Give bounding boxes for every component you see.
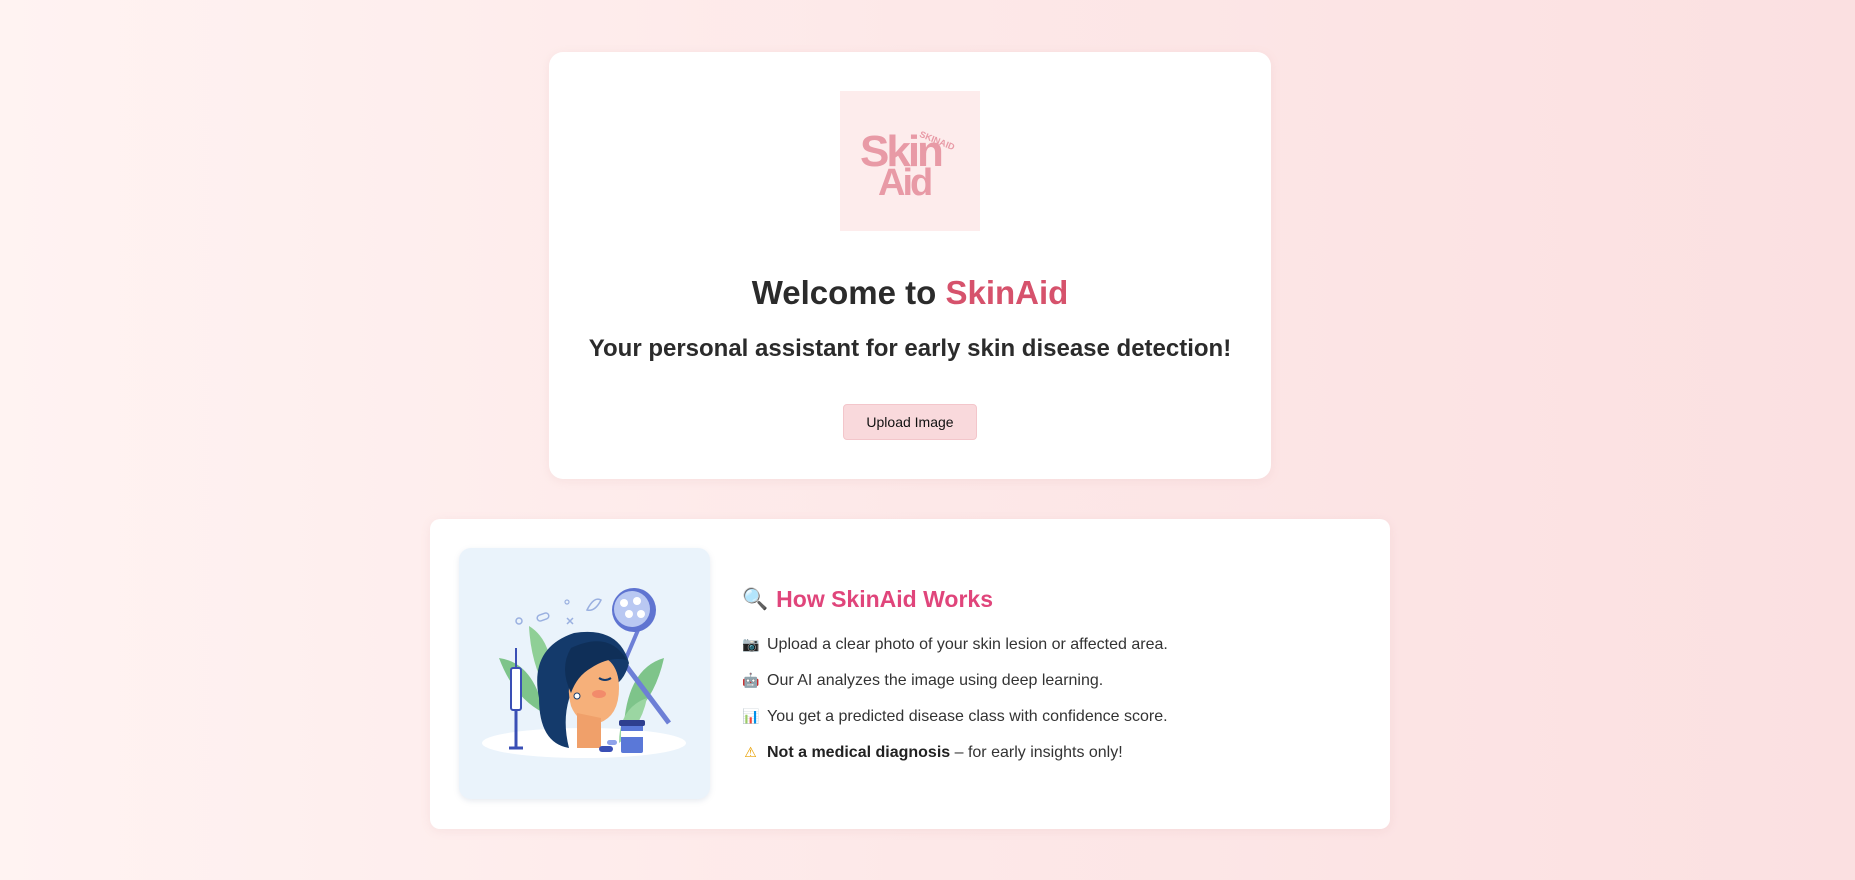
skincare-illustration — [459, 548, 710, 799]
how-it-works-card: 🔍 How SkinAid Works 📷 Upload a clear pho… — [430, 519, 1390, 829]
steps-list: 📷 Upload a clear photo of your skin lesi… — [742, 635, 1168, 779]
step-text: Our AI analyzes the image using deep lea… — [767, 672, 1104, 689]
skinaid-logo: Skin Aid SKINAID — [840, 91, 980, 231]
disclaimer-bold: Not a medical diagnosis — [767, 744, 951, 761]
list-item: ⚠ Not a medical diagnosis – for early in… — [742, 743, 1168, 779]
svg-text:Aid: Aid — [878, 162, 931, 204]
warning-icon: ⚠ — [744, 745, 757, 761]
robot-icon: 🤖 — [742, 673, 760, 689]
step-text: Not a medical diagnosis – for early insi… — [767, 743, 1123, 763]
welcome-card: Skin Aid SKINAID Welcome to SkinAid Your… — [549, 52, 1271, 479]
camera-icon: 📷 — [742, 637, 760, 653]
upload-image-button[interactable]: Upload Image — [843, 404, 977, 440]
disclaimer-rest: – for early insights only! — [950, 744, 1123, 761]
list-item: 🤖 Our AI analyzes the image using deep l… — [742, 671, 1168, 707]
how-it-works-title-text: How SkinAid Works — [776, 586, 993, 612]
list-item: 📊 You get a predicted disease class with… — [742, 707, 1168, 743]
magnifier-icon: 🔍 — [742, 587, 769, 611]
how-it-works-title: 🔍 How SkinAid Works — [742, 586, 993, 613]
bar-chart-icon: 📊 — [742, 709, 760, 725]
page-subtitle: Your personal assistant for early skin d… — [588, 335, 1232, 362]
page-title: Welcome to SkinAid — [549, 274, 1271, 312]
step-text: Upload a clear photo of your skin lesion… — [767, 636, 1168, 653]
step-text: You get a predicted disease class with c… — [767, 708, 1168, 725]
list-item: 📷 Upload a clear photo of your skin lesi… — [742, 635, 1168, 671]
title-brand: SkinAid — [945, 274, 1069, 311]
title-prefix: Welcome to — [751, 274, 946, 311]
